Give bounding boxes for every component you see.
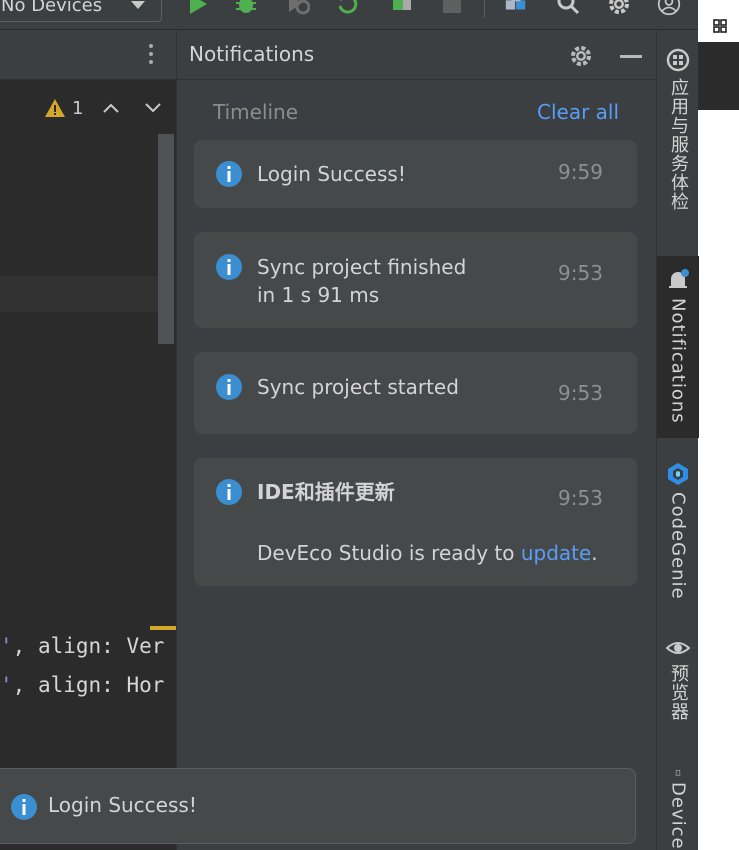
account-icon[interactable] [657, 0, 681, 16]
notification-time: 9:53 [558, 261, 603, 285]
info-icon [11, 794, 37, 820]
apply-changes-icon[interactable] [336, 0, 360, 16]
search-icon[interactable] [556, 0, 580, 16]
tab-app-check[interactable]: 应用与服务体检 [657, 48, 699, 258]
toast-message: Login Success! [48, 793, 197, 817]
tab-previewer[interactable]: 预览器 [657, 638, 699, 748]
project-structure-icon[interactable] [504, 0, 528, 16]
ide-window: No Devices 1 ', align: Ver ', align: Hor… [0, 0, 739, 850]
notification-time: 9:53 [558, 486, 603, 510]
profile-icon[interactable] [286, 0, 310, 16]
tab-device[interactable]: Device [657, 770, 699, 850]
chevron-up-icon[interactable] [103, 103, 120, 113]
notification-body: DevEco Studio is ready to update. [257, 541, 598, 565]
code-editor[interactable]: 1 ', align: Ver ', align: Hor [0, 30, 176, 850]
editor-scrollbar[interactable] [158, 134, 174, 344]
debug-icon[interactable] [234, 0, 258, 16]
minimize-icon[interactable] [620, 55, 642, 58]
notification-card[interactable]: Login Success! 9:59 [194, 140, 637, 208]
chevron-down-icon [131, 1, 145, 9]
editor-tab-bar [0, 30, 176, 80]
settings-icon[interactable] [607, 0, 631, 16]
app-check-icon [666, 48, 690, 72]
tab-device-label: Device [667, 782, 689, 850]
panel-title: Notifications [189, 42, 315, 66]
notification-title: IDE和插件更新 [257, 480, 395, 504]
tab-codegenie[interactable]: CodeGenie [657, 462, 699, 622]
stop-icon[interactable] [440, 0, 464, 16]
notification-message: Sync project finished in 1 s 91 ms [257, 253, 466, 309]
warning-icon [45, 99, 65, 117]
tab-previewer-label: 预览器 [668, 664, 689, 721]
run-icon[interactable] [186, 0, 210, 16]
more-options-icon[interactable] [148, 44, 154, 68]
update-link[interactable]: update [521, 541, 591, 565]
gear-icon[interactable] [569, 44, 593, 68]
info-icon [216, 374, 242, 400]
grid-icon[interactable] [713, 19, 727, 33]
inspection-widget[interactable]: 1 [44, 96, 162, 120]
eye-icon [666, 642, 690, 654]
device-selector-label: No Devices [1, 0, 103, 16]
notification-message-line: Sync project finished [257, 255, 467, 279]
warning-count: 1 [72, 97, 84, 119]
apply-code-changes-icon[interactable] [390, 0, 414, 16]
clear-all-link[interactable]: Clear all [537, 100, 619, 124]
timeline-label: Timeline [213, 100, 299, 124]
device-icon [675, 770, 681, 777]
toast-popup[interactable]: Login Success! [0, 768, 636, 844]
current-line-highlight [0, 276, 158, 312]
notifications-header: Notifications [177, 30, 657, 80]
right-tool-strip: 应用与服务体检 Notifications CodeGenie 预览器 Devi… [656, 30, 699, 850]
info-icon [216, 161, 242, 187]
tab-notifications-label: Notifications [667, 298, 689, 424]
notification-message: Login Success! [257, 162, 406, 186]
notification-card[interactable]: IDE和插件更新 9:53 DevEco Studio is ready to … [194, 458, 637, 586]
notification-time: 9:53 [558, 381, 603, 405]
device-selector[interactable]: No Devices [0, 0, 162, 22]
bell-icon [669, 269, 689, 288]
notification-card[interactable]: Sync project finished in 1 s 91 ms 9:53 [194, 232, 637, 328]
notification-card[interactable]: Sync project started 9:53 [194, 352, 637, 434]
code-line: ', align: Hor [0, 673, 165, 697]
tab-codegenie-label: CodeGenie [667, 492, 689, 600]
edge-dark-block [698, 42, 739, 110]
window-edge [698, 0, 739, 850]
notifications-panel: Notifications Timeline Clear all Login S… [176, 30, 657, 850]
tab-app-check-label: 应用与服务体检 [668, 78, 689, 211]
code-line: ', align: Ver [0, 634, 165, 658]
notification-time: 9:59 [558, 160, 603, 184]
tab-notifications[interactable]: Notifications [657, 256, 699, 438]
codegenie-icon [668, 463, 688, 485]
notification-message-line: in 1 s 91 ms [257, 283, 380, 307]
main-toolbar: No Devices [0, 0, 698, 30]
match-marker [150, 626, 176, 630]
chevron-down-icon[interactable] [145, 103, 162, 113]
info-icon [216, 479, 242, 505]
toolbar-divider [484, 0, 485, 18]
info-icon [216, 254, 242, 280]
notification-message: Sync project started [257, 375, 459, 399]
